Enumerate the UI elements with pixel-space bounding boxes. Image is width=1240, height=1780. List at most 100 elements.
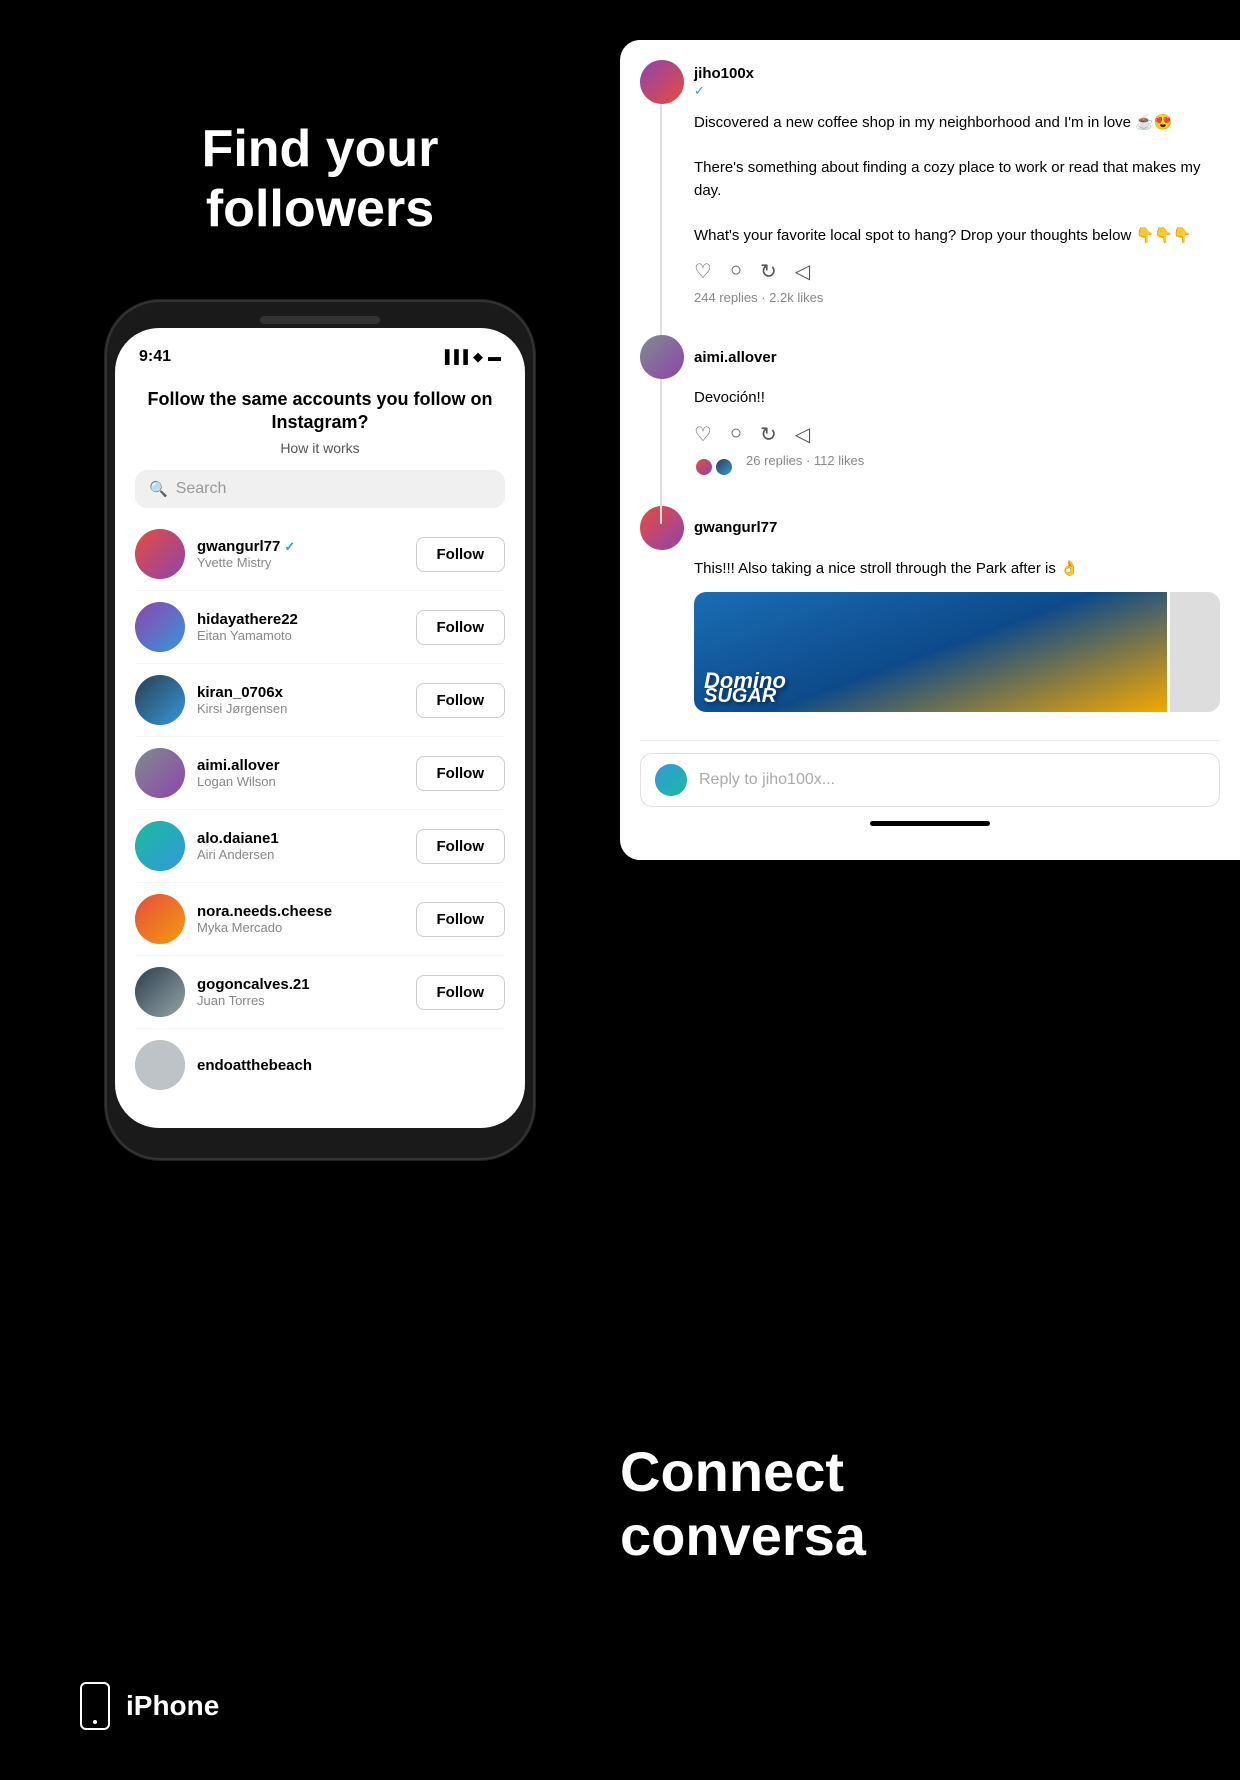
user-info: aimi.allover Logan Wilson [197, 757, 416, 789]
avatar [135, 675, 185, 725]
share-icon[interactable]: ◁ [795, 422, 810, 447]
user-handle: gogoncalves.21 [197, 976, 416, 993]
like-icon[interactable]: ♡ [694, 422, 712, 447]
reply-input-row[interactable]: Reply to jiho100x... [640, 753, 1220, 807]
user-handle: gwangurl77 ✓ [197, 538, 416, 555]
post-image-left: Domino SUGAR [694, 592, 1167, 712]
post-body-line1: Discovered a new coffee shop in my neigh… [694, 114, 1173, 131]
follow-button[interactable]: Follow [416, 902, 506, 937]
post-avatar [640, 60, 684, 104]
status-time: 9:41 [139, 348, 171, 366]
verified-badge: ✓ [694, 83, 705, 98]
thread-post: gwangurl77 This!!! Also taking a nice st… [640, 506, 1220, 725]
post-image: Domino SUGAR [694, 592, 1220, 712]
status-bar: 9:41 ▐▐▐ ◆ ▬ [115, 328, 525, 372]
post-body-line3: What's your favorite local spot to hang?… [694, 227, 1191, 244]
post-avatar [640, 335, 684, 379]
screen-title: Follow the same accounts you follow on I… [135, 388, 505, 435]
main-headline: Find your followers [90, 120, 550, 240]
phone-screen: 9:41 ▐▐▐ ◆ ▬ Follow the same accounts yo… [115, 328, 525, 1128]
follow-button[interactable]: Follow [416, 537, 506, 572]
list-item: nora.needs.cheese Myka Mercado Follow [135, 883, 505, 956]
connect-line1: Connect [620, 1440, 844, 1503]
list-item: kiran_0706x Kirsi Jørgensen Follow [135, 664, 505, 737]
like-icon[interactable]: ♡ [694, 259, 712, 284]
user-real-name: Logan Wilson [197, 774, 416, 789]
thread-line [660, 104, 662, 343]
avatar [135, 748, 185, 798]
user-handle: kiran_0706x [197, 684, 416, 701]
user-info: alo.daiane1 Airi Andersen [197, 830, 416, 862]
reply-placeholder[interactable]: Reply to jiho100x... [699, 771, 835, 789]
user-info: hidayathere22 Eitan Yamamoto [197, 611, 416, 643]
user-info: gwangurl77 ✓ Yvette Mistry [197, 538, 416, 570]
phone-notch [260, 316, 380, 324]
user-info: kiran_0706x Kirsi Jørgensen [197, 684, 416, 716]
connect-headline: Connect conversa [620, 1440, 866, 1569]
follow-button[interactable]: Follow [416, 610, 506, 645]
user-real-name: Yvette Mistry [197, 555, 416, 570]
avatar [135, 529, 185, 579]
battery-icon: ▬ [488, 349, 501, 364]
thread-card: jiho100x ✓ Discovered a new coffee shop … [620, 40, 1240, 860]
list-item: endoatthebeach [135, 1029, 505, 1101]
home-indicator [870, 821, 990, 826]
user-info: endoatthebeach [197, 1057, 505, 1074]
user-real-name: Kirsi Jørgensen [197, 701, 416, 716]
reply-section: Reply to jiho100x... [640, 740, 1220, 807]
right-section: jiho100x ✓ Discovered a new coffee shop … [600, 0, 1240, 1780]
user-real-name: Eitan Yamamoto [197, 628, 416, 643]
wifi-icon: ◆ [473, 349, 483, 365]
share-icon[interactable]: ◁ [795, 259, 810, 284]
avatar [135, 602, 185, 652]
list-item: hidayathere22 Eitan Yamamoto Follow [135, 591, 505, 664]
user-real-name: Juan Torres [197, 993, 416, 1008]
avatar [135, 967, 185, 1017]
post-avatar [640, 506, 684, 550]
search-icon: 🔍 [149, 480, 168, 498]
follow-button[interactable]: Follow [416, 756, 506, 791]
iphone-label: iPhone [80, 1682, 219, 1730]
thread-line [660, 379, 662, 524]
post-header: aimi.allover [640, 335, 1220, 379]
iphone-icon [80, 1682, 110, 1730]
avatar [135, 821, 185, 871]
follow-button[interactable]: Follow [416, 683, 506, 718]
thread-post: jiho100x ✓ Discovered a new coffee shop … [640, 60, 1220, 319]
thread-post: aimi.allover Devoción!! ♡ ○ ↻ ◁ 26 repli… [640, 335, 1220, 490]
search-bar[interactable]: 🔍 Search [135, 470, 505, 508]
user-info: gogoncalves.21 Juan Torres [197, 976, 416, 1008]
comment-icon[interactable]: ○ [730, 259, 742, 284]
username-text: gwangurl77 [694, 519, 777, 536]
repost-icon[interactable]: ↻ [760, 259, 777, 284]
username-text: jiho100x [694, 65, 754, 82]
sugar-text: SUGAR [704, 685, 776, 708]
connect-section: Connect conversa [620, 1380, 1240, 1780]
iphone-home-indicator [93, 1720, 97, 1724]
post-username: jiho100x ✓ [694, 65, 754, 100]
follow-button[interactable]: Follow [416, 975, 506, 1010]
user-handle: nora.needs.cheese [197, 903, 416, 920]
status-icons: ▐▐▐ ◆ ▬ [440, 349, 501, 365]
avatar [135, 1040, 185, 1090]
user-real-name: Myka Mercado [197, 920, 416, 935]
post-actions: ♡ ○ ↻ ◁ [694, 259, 1220, 284]
user-handle: endoatthebeach [197, 1057, 505, 1074]
comment-icon[interactable]: ○ [730, 422, 742, 447]
how-it-works-link[interactable]: How it works [135, 440, 505, 456]
follow-button[interactable]: Follow [416, 829, 506, 864]
user-real-name: Airi Andersen [197, 847, 416, 862]
post-image-right [1170, 592, 1220, 712]
post-body: Devoción!! [694, 387, 1220, 410]
username-text: aimi.allover [694, 349, 777, 366]
user-info: nora.needs.cheese Myka Mercado [197, 903, 416, 935]
list-item: gogoncalves.21 Juan Torres Follow [135, 956, 505, 1029]
post-stats: 244 replies · 2.2k likes [694, 290, 1220, 305]
post-body: Discovered a new coffee shop in my neigh… [694, 112, 1220, 247]
list-item: gwangurl77 ✓ Yvette Mistry Follow [135, 518, 505, 591]
list-item: alo.daiane1 Airi Andersen Follow [135, 810, 505, 883]
repost-icon[interactable]: ↻ [760, 422, 777, 447]
reply-avatar-small [694, 457, 714, 477]
left-section: Find your followers 9:41 ▐▐▐ ◆ ▬ Follow … [0, 0, 640, 1780]
search-placeholder: Search [176, 480, 227, 498]
